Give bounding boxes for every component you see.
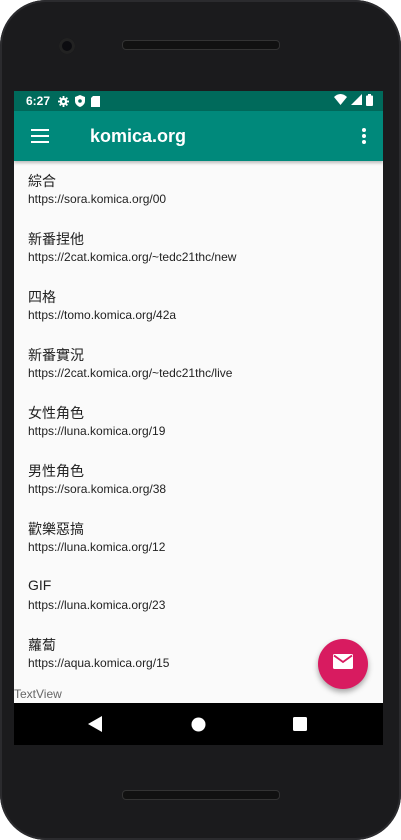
wifi-icon: [334, 94, 347, 108]
status-time: 6:27: [26, 94, 51, 108]
phone-frame: 6:27 komica.org 綜合 https://sora.komica.o…: [0, 0, 401, 840]
board-name: GIF: [28, 577, 52, 593]
board-url: https://luna.komica.org/19: [28, 424, 166, 438]
board-name: 新番捏他: [28, 231, 84, 247]
battery-icon: [366, 93, 373, 109]
board-url: https://luna.komica.org/23: [28, 598, 166, 612]
board-url: https://aqua.komica.org/15: [28, 656, 170, 670]
board-item[interactable]: 綜合 https://sora.komica.org/00: [28, 161, 368, 211]
board-url: https://tomo.komica.org/42a: [28, 308, 177, 322]
board-name: 蘿蔔: [28, 637, 56, 653]
board-url: https://sora.komica.org/00: [28, 192, 167, 206]
board-item[interactable]: 新番捏他 https://2cat.komica.org/~tedc21thc/…: [28, 219, 368, 269]
home-icon[interactable]: [190, 716, 206, 732]
app-title: komica.org: [90, 125, 187, 146]
board-item[interactable]: 蘿蔔 https://aqua.komica.org/15: [28, 625, 368, 675]
board-item[interactable]: 歡樂惡搞 https://luna.komica.org/12: [28, 509, 368, 559]
board-url: https://2cat.komica.org/~tedc21thc/new: [28, 250, 237, 264]
board-item[interactable]: 男性角色 https://sora.komica.org/38: [28, 451, 368, 501]
board-url: https://sora.komica.org/38: [28, 482, 167, 496]
board-item[interactable]: 新番實況 https://2cat.komica.org/~tedc21thc/…: [28, 335, 368, 385]
footer-textview: TextView: [14, 687, 62, 701]
nav-bar: [14, 703, 383, 745]
board-name: 新番實況: [28, 347, 84, 363]
front-camera: [59, 38, 75, 54]
mail-fab-button[interactable]: [318, 639, 368, 689]
board-name: 男性角色: [28, 463, 84, 479]
signal-icon: [351, 94, 362, 108]
mail-icon: [333, 654, 353, 674]
board-name: 歡樂惡搞: [28, 521, 84, 537]
board-name: 四格: [28, 289, 56, 305]
board-item[interactable]: 四格 https://tomo.komica.org/42a: [28, 277, 368, 327]
sd-card-icon: [91, 95, 101, 107]
recents-icon[interactable]: [292, 716, 308, 732]
board-name: 女性角色: [28, 405, 84, 421]
app-bar: komica.org: [14, 111, 383, 161]
board-item[interactable]: 女性角色 https://luna.komica.org/19: [28, 393, 368, 443]
gear-icon: [58, 95, 70, 107]
menu-icon[interactable]: [28, 124, 52, 148]
shield-icon: [75, 95, 86, 107]
board-name: 綜合: [28, 173, 56, 189]
board-item[interactable]: GIF https://luna.komica.org/23: [28, 567, 368, 617]
board-url: https://luna.komica.org/12: [28, 540, 166, 554]
screen: 6:27 komica.org 綜合 https://sora.komica.o…: [14, 91, 383, 703]
status-bar: 6:27: [14, 91, 383, 111]
earpiece-speaker: [122, 40, 280, 50]
bottom-speaker: [122, 790, 280, 800]
back-icon[interactable]: [86, 716, 104, 732]
more-options-icon[interactable]: [357, 124, 371, 148]
board-url: https://2cat.komica.org/~tedc21thc/live: [28, 366, 233, 380]
